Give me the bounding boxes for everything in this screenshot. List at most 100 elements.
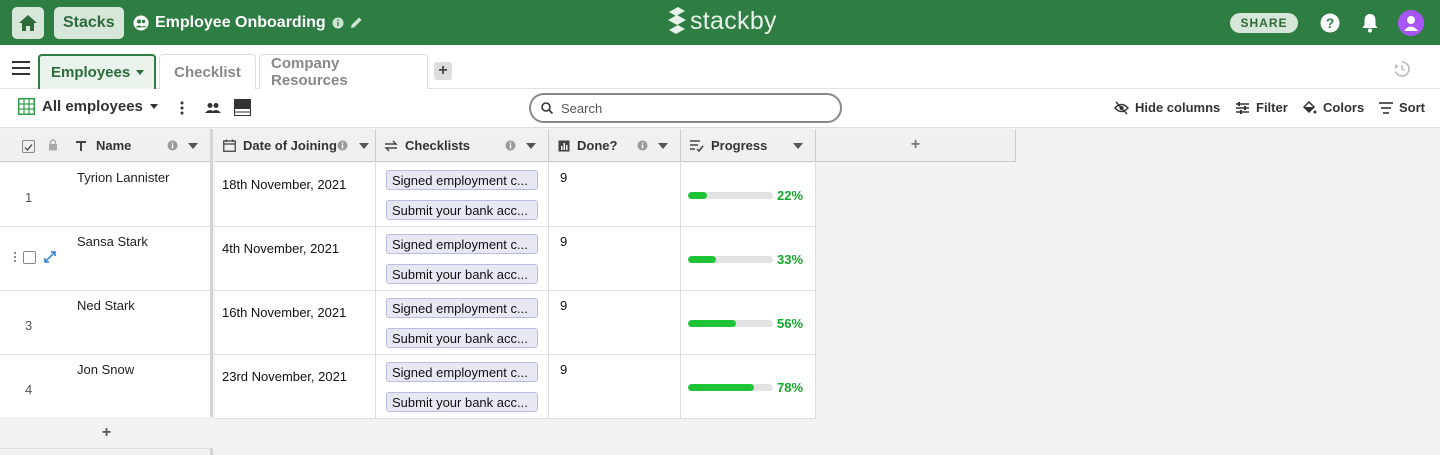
select-all-checkbox[interactable] <box>22 140 35 153</box>
checklists-cell[interactable]: Signed employment c... Submit your bank … <box>376 291 549 355</box>
row-height-icon[interactable] <box>234 99 251 119</box>
name-cell[interactable]: Ned Stark <box>77 298 135 313</box>
progress-cell[interactable]: 56% <box>681 291 816 355</box>
checklist-chip[interactable]: Signed employment c... <box>386 234 538 254</box>
help-icon[interactable]: ? <box>1319 12 1341 34</box>
date-cell[interactable]: 23rd November, 2021 <box>215 355 376 419</box>
progress-bar-fill <box>688 384 755 391</box>
info-icon[interactable] <box>167 140 178 151</box>
done-cell[interactable]: 9 <box>549 291 681 355</box>
notifications-bell-icon[interactable] <box>1359 12 1381 34</box>
checklist-chip[interactable]: Signed employment c... <box>386 362 538 382</box>
table-row[interactable]: 23rd November, 2021 Signed employment c.… <box>215 355 816 419</box>
table-row[interactable]: 18th November, 2021 Signed employment c.… <box>215 163 816 227</box>
drag-handle-icon[interactable] <box>13 251 17 266</box>
column-header-done[interactable]: Done? <box>549 129 681 162</box>
done-cell[interactable]: 9 <box>549 355 681 419</box>
colors-label: Colors <box>1323 100 1365 115</box>
progress-bar-fill <box>688 192 707 199</box>
tab-employees[interactable]: Employees <box>38 54 156 89</box>
filter-label: Filter <box>1256 100 1288 115</box>
name-cell[interactable]: Sansa Stark <box>77 234 148 249</box>
column-header-date-of-joining[interactable]: Date of Joining <box>215 129 376 162</box>
sort-button[interactable]: Sort <box>1379 100 1425 115</box>
done-value: 9 <box>560 170 568 185</box>
table-row[interactable]: Sansa Stark <box>0 227 210 291</box>
stack-title[interactable]: Employee Onboarding <box>155 14 326 32</box>
checklist-chip[interactable]: Signed employment c... <box>386 170 538 190</box>
progress-bar <box>688 192 773 199</box>
home-button[interactable] <box>12 7 44 39</box>
column-header-progress[interactable]: Progress <box>681 129 816 162</box>
table-row[interactable]: 3 Ned Stark <box>0 291 210 355</box>
hide-columns-label: Hide columns <box>1135 100 1221 115</box>
link-records-icon <box>384 140 398 151</box>
table-row[interactable]: 4 Jon Snow <box>0 355 210 419</box>
search-input[interactable] <box>561 100 821 116</box>
checklists-cell[interactable]: Signed employment c... Submit your bank … <box>376 227 549 291</box>
row-checkbox[interactable] <box>23 251 36 264</box>
date-value: 16th November, 2021 <box>222 305 347 320</box>
tab-company-resources[interactable]: Company Resources <box>259 54 428 89</box>
progress-label: 78% <box>777 380 804 395</box>
progress-cell[interactable]: 33% <box>681 227 816 291</box>
stackby-logo-icon <box>668 7 686 34</box>
checklist-chip[interactable]: Submit your bank acc... <box>386 392 538 412</box>
info-icon[interactable] <box>637 140 648 151</box>
checklist-chip[interactable]: Submit your bank acc... <box>386 328 538 348</box>
stacks-button[interactable]: Stacks <box>54 7 124 39</box>
name-cell[interactable]: Tyrion Lannister <box>77 170 170 185</box>
progress-cell[interactable]: 78% <box>681 355 816 419</box>
add-row-button[interactable]: + <box>0 417 213 449</box>
view-selector[interactable]: All employees <box>18 98 158 115</box>
progress-label: 33% <box>777 252 804 267</box>
rollup-chart-icon <box>558 140 570 151</box>
info-icon[interactable] <box>505 140 516 151</box>
done-cell[interactable]: 9 <box>549 227 681 291</box>
column-header-checklists[interactable]: Checklists <box>376 129 549 162</box>
done-cell[interactable]: 9 <box>549 163 681 227</box>
chevron-down-icon[interactable] <box>658 143 668 149</box>
search-box[interactable] <box>529 93 842 123</box>
edit-title-icon[interactable] <box>350 16 363 29</box>
checklist-chip[interactable]: Submit your bank acc... <box>386 200 538 220</box>
user-icon <box>1404 16 1418 31</box>
date-cell[interactable]: 18th November, 2021 <box>215 163 376 227</box>
colors-button[interactable]: Colors <box>1302 100 1364 115</box>
chevron-down-icon[interactable] <box>526 143 536 149</box>
progress-bar <box>688 256 773 263</box>
hamburger-menu-icon[interactable] <box>12 61 30 78</box>
tab-checklist[interactable]: Checklist <box>159 54 256 89</box>
checklists-cell[interactable]: Signed employment c... Submit your bank … <box>376 355 549 419</box>
checklist-chip[interactable]: Submit your bank acc... <box>386 264 538 284</box>
user-avatar[interactable] <box>1398 10 1424 36</box>
expand-row-icon[interactable] <box>44 251 56 266</box>
chevron-down-icon[interactable] <box>793 143 803 149</box>
name-cell[interactable]: Jon Snow <box>77 362 134 377</box>
hide-columns-button[interactable]: Hide columns <box>1114 100 1220 115</box>
checklists-cell[interactable]: Signed employment c... Submit your bank … <box>376 163 549 227</box>
add-table-button[interactable]: + <box>434 62 452 80</box>
date-cell[interactable]: 16th November, 2021 <box>215 291 376 355</box>
checklist-chip[interactable]: Signed employment c... <box>386 298 538 318</box>
history-icon[interactable] <box>1393 60 1411 81</box>
text-field-icon <box>76 140 86 151</box>
table-row[interactable]: 16th November, 2021 Signed employment c.… <box>215 291 816 355</box>
table-row[interactable]: 4th November, 2021 Signed employment c..… <box>215 227 816 291</box>
column-header-name[interactable]: Name <box>66 129 210 162</box>
row-number: 3 <box>25 318 33 333</box>
collaborators-icon[interactable] <box>205 102 221 117</box>
date-cell[interactable]: 4th November, 2021 <box>215 227 376 291</box>
more-options-icon[interactable] <box>180 101 184 118</box>
chevron-down-icon[interactable] <box>359 143 369 149</box>
add-column-button[interactable]: + <box>816 129 1016 162</box>
info-icon[interactable] <box>337 140 348 151</box>
share-button[interactable]: SHARE <box>1230 13 1298 33</box>
tab-label: Checklist <box>174 63 241 81</box>
chevron-down-icon[interactable] <box>188 143 198 149</box>
table-row[interactable]: 1 Tyrion Lannister <box>0 163 210 227</box>
filter-button[interactable]: Filter <box>1235 100 1288 115</box>
brand-name: stackby <box>690 6 777 35</box>
info-icon[interactable] <box>332 17 344 29</box>
progress-cell[interactable]: 22% <box>681 163 816 227</box>
